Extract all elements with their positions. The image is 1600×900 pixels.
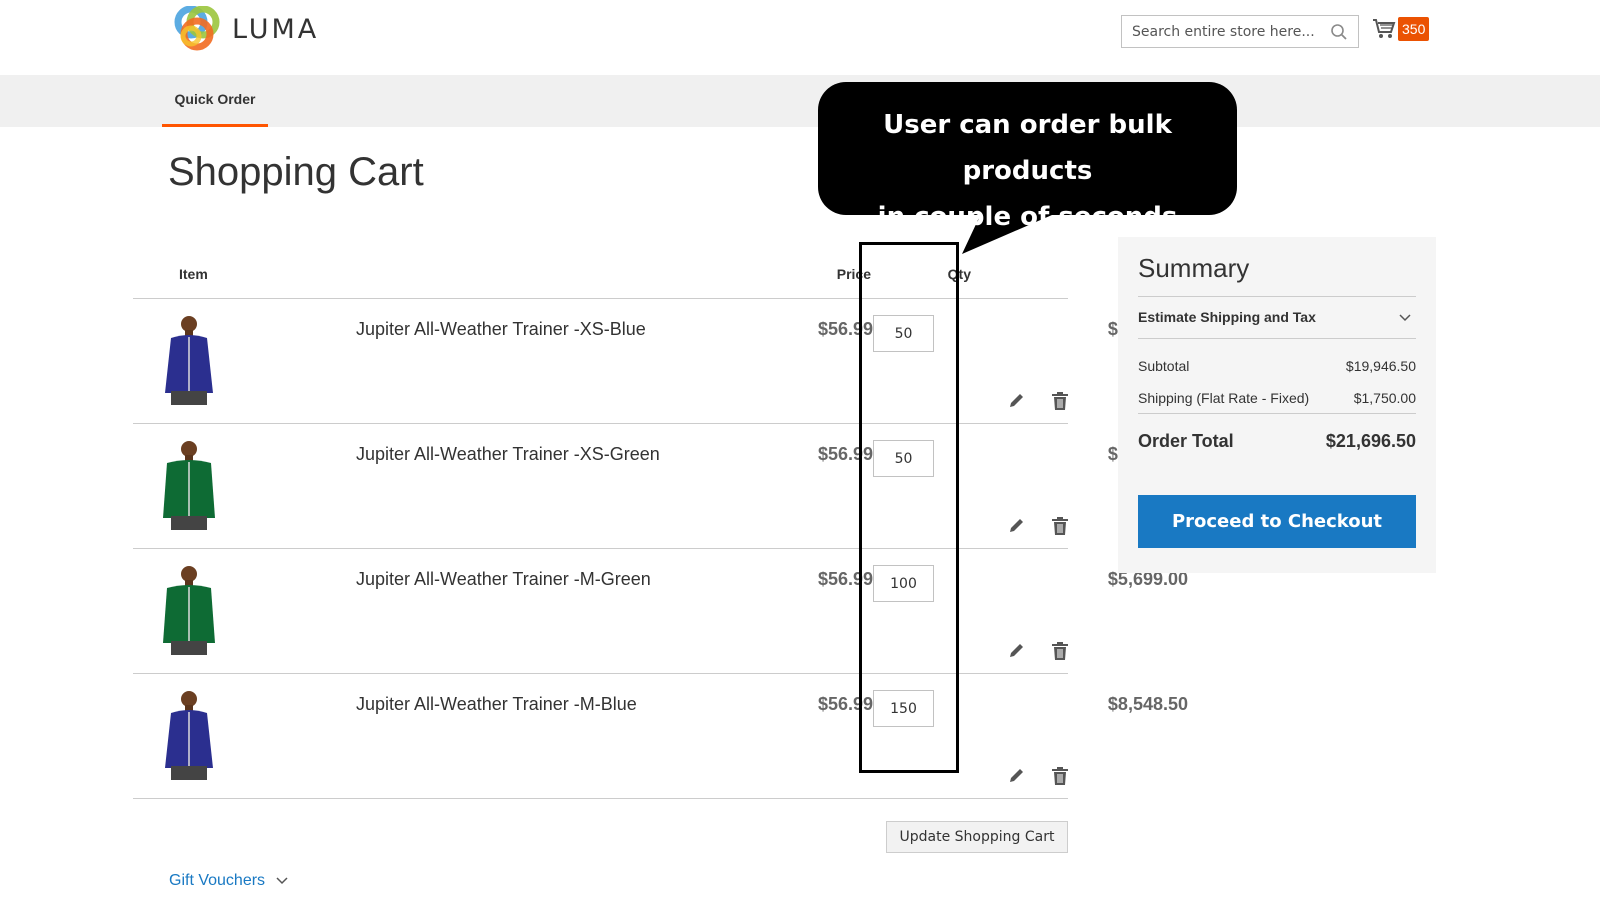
qty-input[interactable] — [873, 315, 934, 352]
chevron-down-icon — [276, 877, 288, 885]
column-header-qty: Qty — [947, 266, 971, 282]
column-header-price: Price — [836, 266, 871, 282]
summary-subtotal-row: Subtotal $19,946.50 — [1138, 358, 1416, 374]
product-thumbnail[interactable] — [161, 438, 217, 530]
order-total-value: $21,696.50 — [1325, 431, 1416, 451]
divider — [1138, 296, 1416, 297]
callout-line-2: in couple of seconds — [877, 202, 1178, 232]
pencil-icon[interactable] — [1008, 516, 1026, 534]
main-nav: Quick Order — [0, 75, 1600, 127]
summary-shipping-row: Shipping (Flat Rate - Fixed) $1,750.00 — [1138, 390, 1416, 406]
minicart[interactable]: 350 — [1372, 17, 1430, 41]
update-cart-button[interactable]: Update Shopping Cart — [886, 821, 1068, 853]
divider — [1138, 338, 1416, 339]
estimate-shipping-toggle[interactable]: Estimate Shipping and Tax — [1138, 309, 1316, 325]
cart-row: Jupiter All-Weather Trainer -XS-Green $5… — [133, 424, 1188, 549]
pencil-icon[interactable] — [1008, 641, 1026, 659]
callout-line-1: User can order bulk products — [883, 110, 1172, 186]
search-input[interactable] — [1122, 16, 1322, 47]
product-thumbnail[interactable] — [161, 313, 217, 405]
product-name[interactable]: Jupiter All-Weather Trainer -M-Blue — [356, 694, 637, 715]
product-price: $56.99 — [817, 319, 873, 339]
site-header: LUMA 350 — [0, 0, 1600, 75]
summary-shipping-value: $1,750.00 — [1353, 390, 1416, 406]
summary-shipping-label: Shipping (Flat Rate - Fixed) — [1138, 390, 1310, 406]
product-thumbnail[interactable] — [161, 688, 217, 780]
product-price: $56.99 — [817, 444, 873, 464]
annotation-callout: User can order bulk products in couple o… — [818, 82, 1237, 232]
product-price: $56.99 — [817, 569, 873, 589]
search-box — [1121, 15, 1359, 48]
gift-vouchers-toggle[interactable]: Gift Vouchers — [169, 872, 289, 890]
summary-title: Summary — [1138, 253, 1250, 283]
product-name[interactable]: Jupiter All-Weather Trainer -XS-Green — [356, 444, 660, 465]
pencil-icon[interactable] — [1008, 766, 1026, 784]
pencil-icon[interactable] — [1008, 391, 1026, 409]
divider — [1138, 413, 1416, 414]
product-name[interactable]: Jupiter All-Weather Trainer -M-Green — [356, 569, 651, 590]
trash-icon[interactable] — [1051, 391, 1069, 411]
qty-input[interactable] — [873, 565, 934, 602]
summary-subtotal-label: Subtotal — [1138, 358, 1190, 374]
row-subtotal: $8,548.50 — [1107, 694, 1188, 714]
cart-row: Jupiter All-Weather Trainer -XS-Blue $56… — [133, 299, 1188, 424]
proceed-to-checkout-button[interactable]: Proceed to Checkout — [1138, 495, 1416, 548]
luma-logo-icon — [174, 6, 220, 51]
order-total-row: Order Total $21,696.50 — [1138, 431, 1416, 452]
trash-icon[interactable] — [1051, 516, 1069, 536]
search-icon[interactable] — [1330, 23, 1348, 41]
order-total-label: Order Total — [1138, 431, 1234, 451]
chevron-down-icon[interactable] — [1398, 313, 1412, 323]
logo[interactable]: LUMA — [174, 6, 319, 52]
cart-summary: Summary Estimate Shipping and Tax Subtot… — [1118, 237, 1436, 573]
product-thumbnail[interactable] — [161, 563, 217, 655]
cart-row: Jupiter All-Weather Trainer -M-Blue $56.… — [133, 674, 1188, 799]
summary-subtotal-value: $19,946.50 — [1345, 358, 1416, 374]
trash-icon[interactable] — [1051, 641, 1069, 661]
page-title: Shopping Cart — [168, 150, 424, 194]
qty-input[interactable] — [873, 440, 934, 477]
qty-input[interactable] — [873, 690, 934, 727]
cart-row: Jupiter All-Weather Trainer -M-Green $56… — [133, 549, 1188, 674]
trash-icon[interactable] — [1051, 766, 1069, 786]
gift-vouchers-label: Gift Vouchers — [169, 872, 266, 889]
cart-icon[interactable] — [1372, 17, 1396, 41]
nav-item-quick-order[interactable]: Quick Order — [162, 75, 268, 127]
logo-text: LUMA — [232, 13, 320, 45]
product-price: $56.99 — [817, 694, 873, 714]
cart-count-badge: 350 — [1398, 17, 1430, 41]
product-name[interactable]: Jupiter All-Weather Trainer -XS-Blue — [356, 319, 646, 340]
column-header-item: Item — [179, 266, 208, 282]
